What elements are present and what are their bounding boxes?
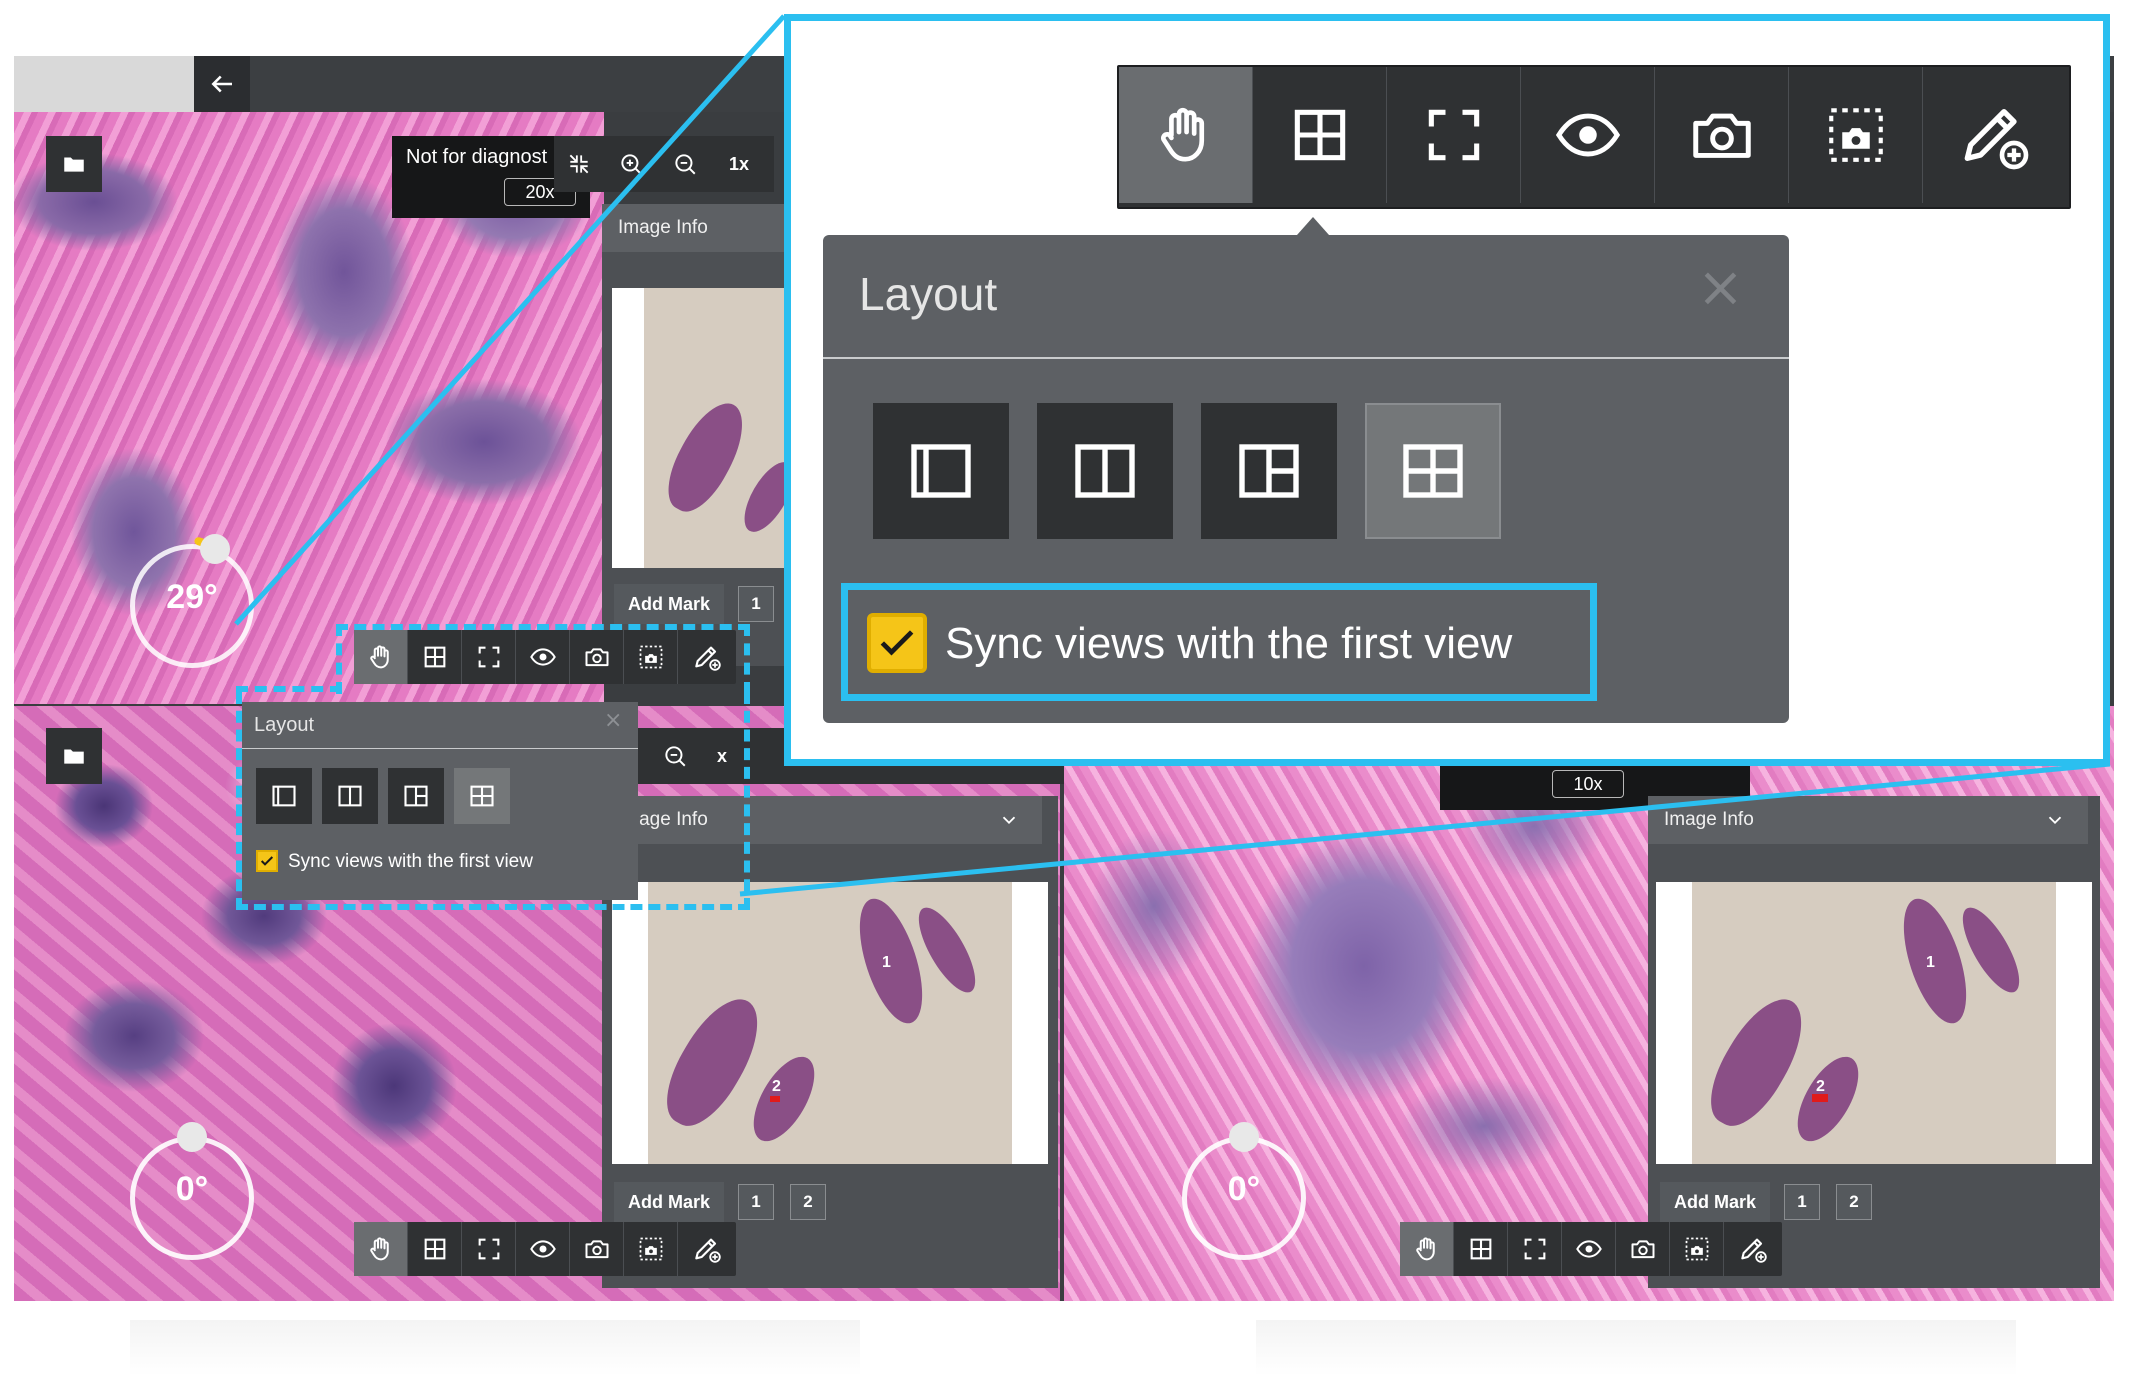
layout-two-columns-icon <box>1069 435 1141 507</box>
layout-option-three-split[interactable] <box>1201 403 1337 539</box>
camera-icon <box>1687 100 1757 170</box>
visibility-button[interactable] <box>1521 67 1655 203</box>
layout-three-split-icon <box>1233 435 1305 507</box>
layout-option-single[interactable] <box>873 403 1009 539</box>
sync-views-label: Sync views with the first view <box>945 619 1513 668</box>
layout-four-grid-icon <box>1397 435 1469 507</box>
view-toolbar-zoomed <box>1117 65 2071 209</box>
eye-icon <box>1553 100 1623 170</box>
hand-pan-icon <box>1151 100 1221 170</box>
fullscreen-button[interactable] <box>1387 67 1521 203</box>
layout-button[interactable] <box>1253 67 1387 203</box>
pencil-annotate-icon <box>1954 95 2034 175</box>
annotate-button[interactable] <box>1923 67 2065 203</box>
layout-option-two-columns[interactable] <box>1037 403 1173 539</box>
close-button[interactable]: × <box>1697 255 1744 320</box>
page-shadow-right <box>1256 1320 2016 1376</box>
page-shadow-left <box>130 1320 860 1376</box>
region-snapshot-icon <box>1823 102 1889 168</box>
layout-popup-title: Layout <box>859 268 998 320</box>
check-icon <box>880 630 914 656</box>
layout-single-icon <box>905 435 977 507</box>
popup-pointer <box>1297 217 1329 235</box>
layout-popup: Layout × Sync views with the first view <box>823 235 1789 723</box>
layout-grid-icon <box>1286 101 1354 169</box>
layout-option-four-grid[interactable] <box>1365 403 1501 539</box>
snapshot-button[interactable] <box>1655 67 1789 203</box>
sync-views-checkbox[interactable] <box>867 613 927 673</box>
fullscreen-icon <box>1420 101 1488 169</box>
hand-pan-button[interactable] <box>1119 67 1253 203</box>
zoom-callout: Layout × Sync views with the first view <box>784 14 2110 766</box>
region-snapshot-button[interactable] <box>1789 67 1923 203</box>
layout-popup-divider <box>823 357 1789 359</box>
